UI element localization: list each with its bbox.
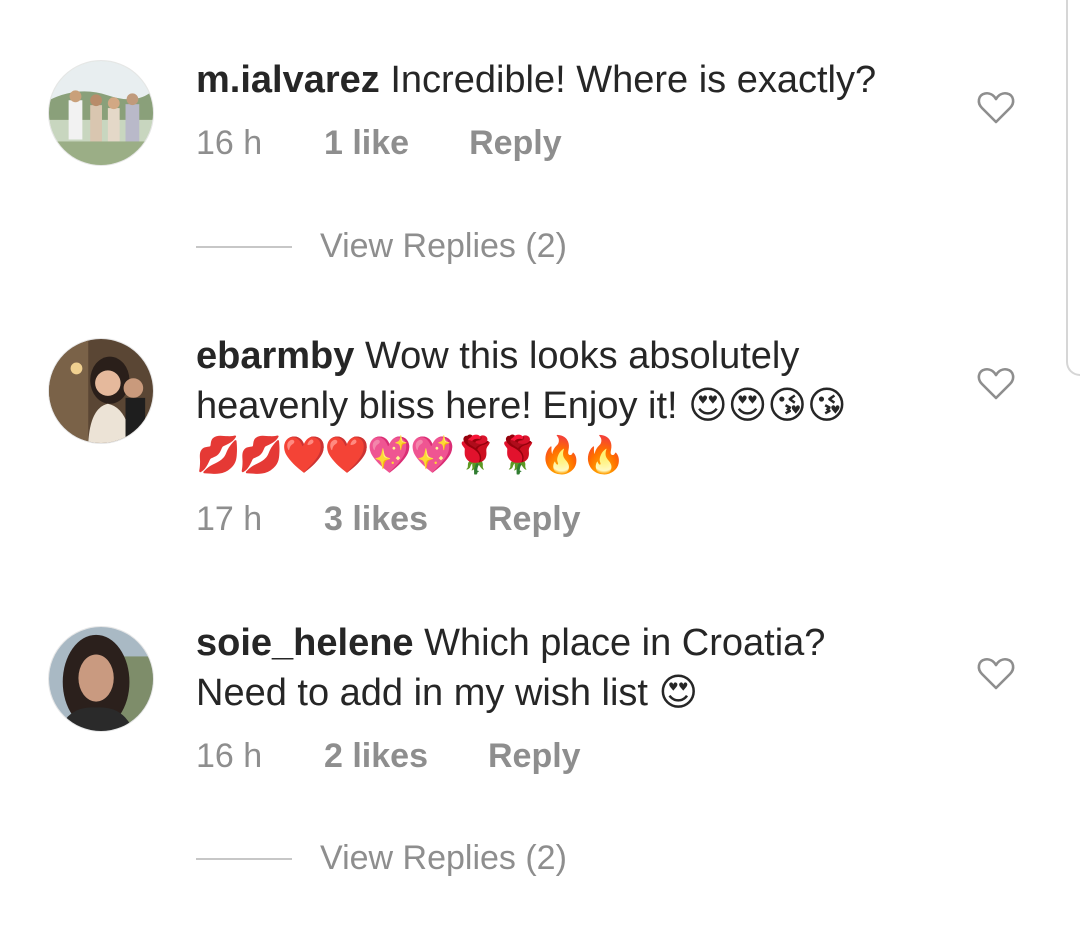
username[interactable]: soie_helene <box>196 622 414 664</box>
heart-outline-icon[interactable] <box>976 88 1016 128</box>
comment-text: soie_helene Which place in Croatia? Need… <box>196 618 936 718</box>
username[interactable]: m.ialvarez <box>196 59 380 101</box>
view-replies-button[interactable]: View Replies (2) <box>196 227 567 266</box>
avatar-photo <box>49 61 153 165</box>
reply-button[interactable]: Reply <box>488 500 581 539</box>
scrollbar[interactable] <box>1066 0 1080 376</box>
divider-line <box>196 245 292 248</box>
comment-meta: 16 h 2 likes Reply <box>196 737 581 776</box>
heart-outline-icon[interactable] <box>976 654 1016 694</box>
avatar[interactable] <box>48 60 154 166</box>
comment-body: Which place in Croatia? <box>424 622 826 664</box>
timestamp: 16 h <box>196 124 263 162</box>
avatar-photo <box>49 627 153 731</box>
comment-body-line-2: Need to add in my wish list 😍 <box>196 672 699 714</box>
view-replies-label: View Replies (2) <box>320 839 567 877</box>
likes-count[interactable]: 1 like <box>324 124 409 163</box>
comment-body-line-2: heavenly bliss here! Enjoy it! 😍😍😘😘 <box>196 385 847 427</box>
likes-count[interactable]: 3 likes <box>324 500 428 539</box>
view-replies-button[interactable]: View Replies (2) <box>196 839 567 878</box>
comment-text: m.ialvarez Incredible! Where is exactly? <box>196 55 936 105</box>
avatar-photo <box>49 339 153 443</box>
username[interactable]: ebarmby <box>196 335 354 377</box>
comment-body: Wow this looks absolutely <box>364 335 800 377</box>
divider-line <box>196 857 292 860</box>
avatar[interactable] <box>48 338 154 444</box>
timestamp: 17 h <box>196 500 263 538</box>
emoji-line: 💋💋❤️❤️💖💖🌹🌹🔥🔥 <box>196 435 626 476</box>
heart-outline-icon[interactable] <box>976 364 1016 404</box>
comment-meta: 17 h 3 likes Reply <box>196 500 581 539</box>
comment-body: Incredible! Where is exactly? <box>390 59 877 101</box>
view-replies-label: View Replies (2) <box>320 227 567 265</box>
likes-count[interactable]: 2 likes <box>324 737 428 776</box>
timestamp: 16 h <box>196 737 263 775</box>
reply-button[interactable]: Reply <box>488 737 581 776</box>
comment-text: ebarmby Wow this looks absolutely heaven… <box>196 331 936 481</box>
avatar[interactable] <box>48 626 154 732</box>
reply-button[interactable]: Reply <box>469 124 562 163</box>
comment-meta: 16 h 1 like Reply <box>196 124 562 163</box>
